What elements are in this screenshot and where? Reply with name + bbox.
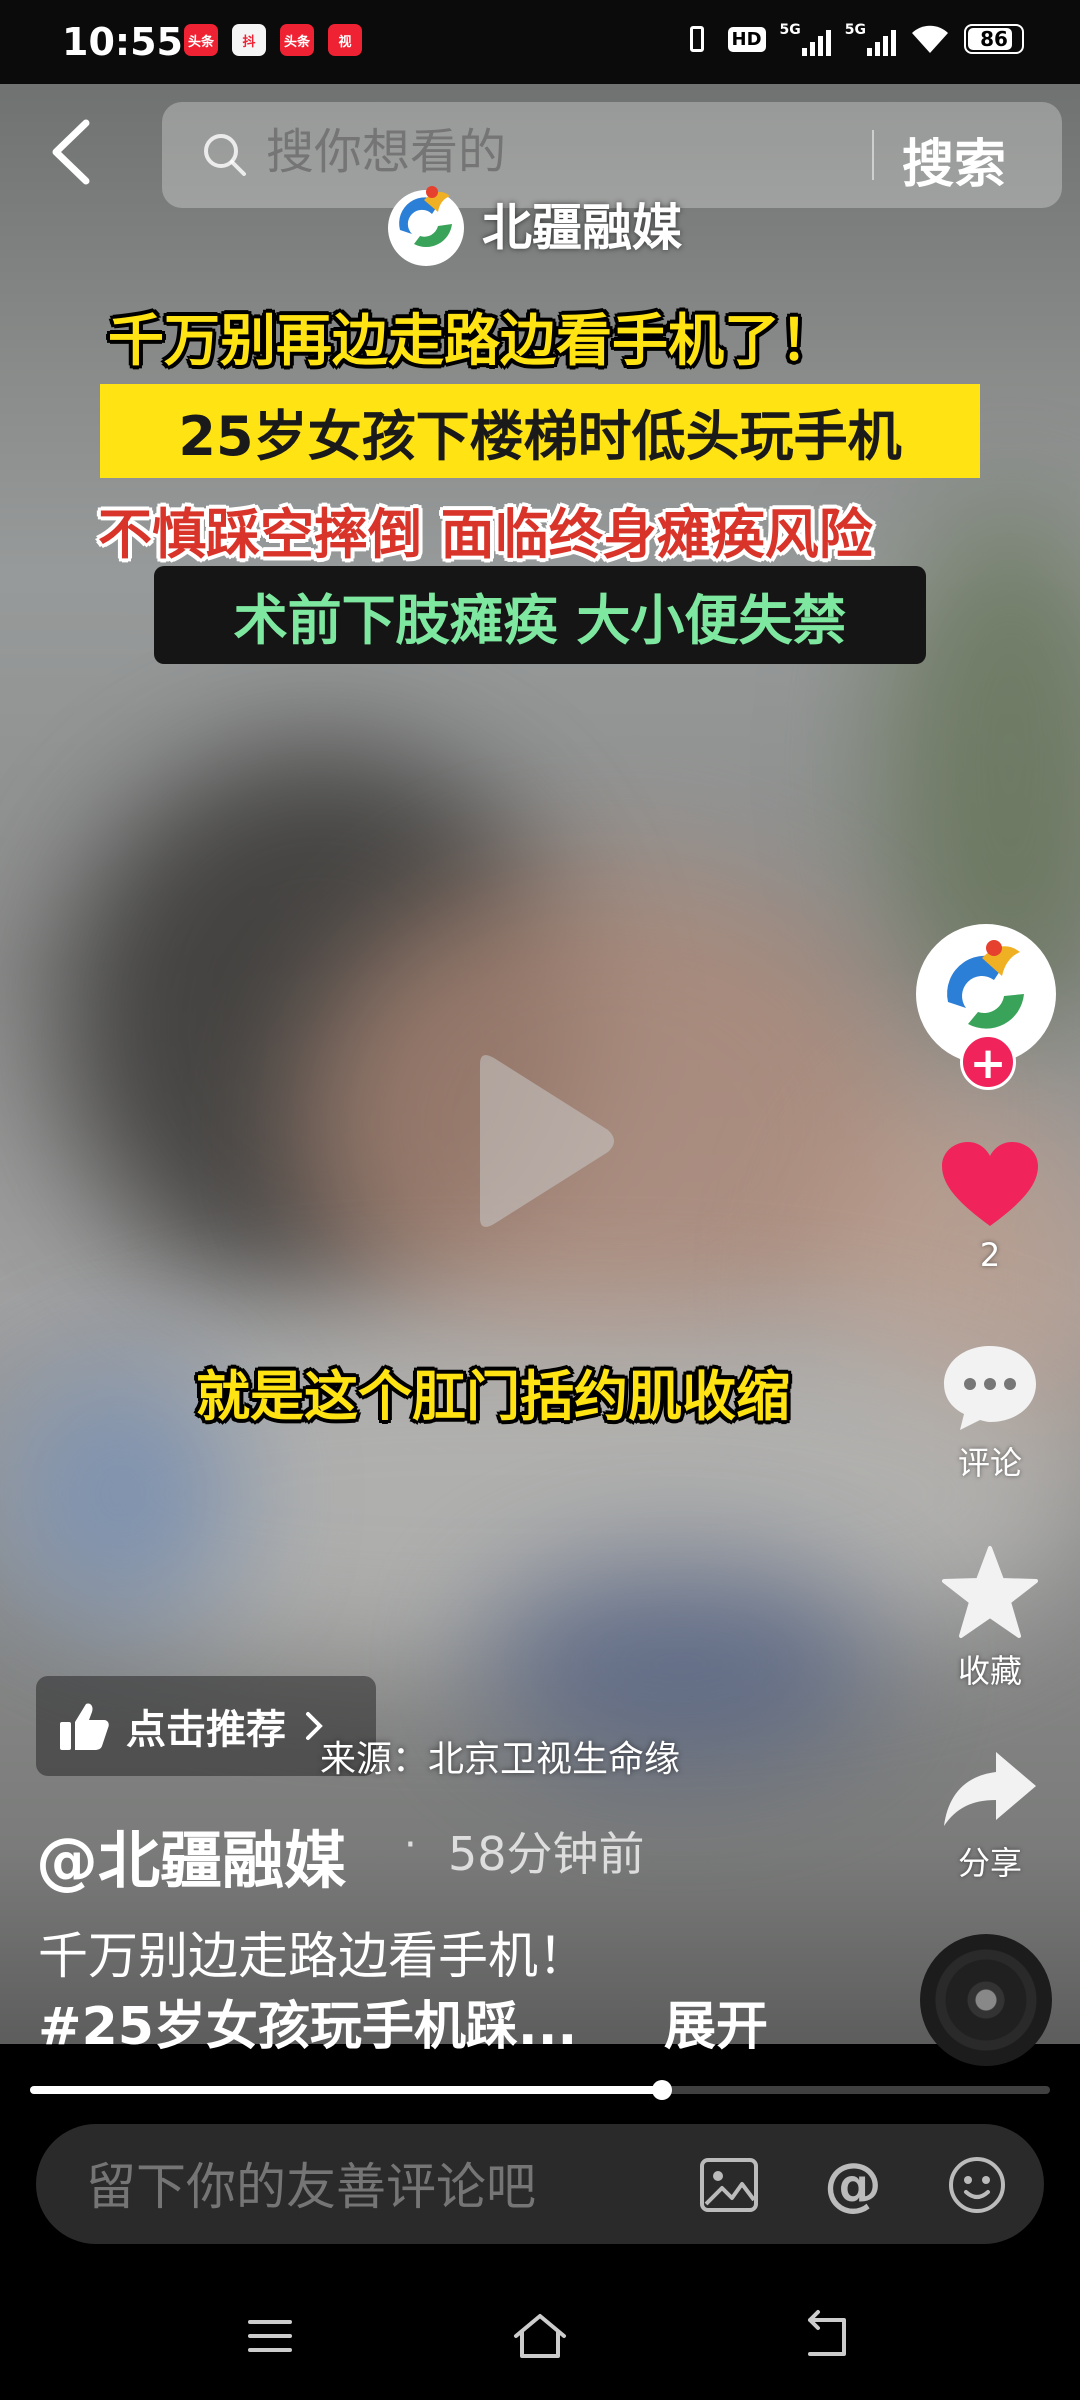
star-icon — [942, 1546, 1038, 1638]
favorite-label: 收藏 — [957, 1652, 1022, 1690]
status-time: 10:55 — [62, 20, 183, 64]
search-button[interactable]: 搜索 — [902, 122, 1006, 197]
menu-icon[interactable] — [240, 2306, 300, 2366]
toutiao-app-icon: 头条 — [184, 24, 218, 56]
search-divider — [872, 130, 874, 180]
search-icon — [204, 134, 246, 176]
brand-logo-icon — [388, 186, 464, 266]
video-subtitle: 就是这个肛门括约肌收缩 — [196, 1365, 790, 1428]
follow-button[interactable]: + — [960, 1034, 1016, 1090]
status-indicators: HD 5G 5G 86 — [680, 22, 1024, 56]
recommend-label: 点击推荐 — [126, 1707, 286, 1753]
like-count: 2 — [979, 1236, 1001, 1274]
caption-banner-dark: 术前下肢瘫痪 大小便失禁 — [154, 566, 926, 664]
mention-button[interactable]: @ — [822, 2154, 884, 2216]
post-hashtag[interactable]: #25岁女孩玩手机踩... — [38, 1984, 577, 2059]
progress-knob[interactable] — [652, 2080, 673, 2100]
like-button[interactable]: 2 — [920, 1140, 1060, 1274]
share-button[interactable]: 分享 — [920, 1746, 1060, 1884]
douyin-app-icon: 抖 — [232, 24, 266, 56]
vibrate-icon — [680, 22, 714, 56]
video-progress-bar[interactable] — [30, 2080, 1050, 2100]
signal-icon-2: 5G — [845, 22, 896, 56]
signal-icon-1: 5G — [780, 22, 831, 56]
comment-bar[interactable]: @ — [36, 2124, 1044, 2244]
heart-icon — [942, 1142, 1038, 1226]
image-icon[interactable] — [698, 2154, 760, 2216]
brand-watermark: 北疆融媒 — [380, 178, 682, 270]
hd-icon: HD — [727, 26, 766, 52]
video-source: 来源：北京卫视生命缘 — [320, 1739, 681, 1780]
share-icon — [944, 1752, 1036, 1826]
emoji-icon[interactable] — [946, 2154, 1008, 2216]
battery-icon: 86 — [964, 24, 1024, 54]
status-bar: 10:55 头条 抖 头条 视 HD 5G 5G 86 — [0, 0, 1080, 84]
share-label: 分享 — [957, 1844, 1022, 1882]
progress-fill — [30, 2086, 663, 2094]
expand-button[interactable]: 展开 — [664, 1984, 768, 2059]
system-nav-bar — [0, 2270, 1080, 2400]
search-input[interactable] — [266, 124, 826, 180]
author-name[interactable]: @北疆融媒 — [36, 1810, 346, 1900]
back-arrow-icon — [52, 119, 90, 185]
caption-headline: 千万别再边走路边看手机了！ — [108, 309, 836, 374]
back-icon[interactable] — [796, 2306, 856, 2366]
comment-icon — [944, 1346, 1036, 1430]
music-disc[interactable] — [920, 1934, 1052, 2066]
post-description: 千万别边走路边看手机！ — [38, 1927, 588, 1985]
caption-red: 不慎踩空摔倒 面临终身瘫痪风险 — [98, 503, 873, 566]
home-icon[interactable] — [510, 2306, 570, 2366]
thumbs-up-icon — [60, 1703, 109, 1750]
brand-name: 北疆融媒 — [482, 199, 682, 257]
comment-button[interactable]: 评论 — [920, 1342, 1060, 1484]
notification-icons: 头条 抖 头条 视 — [184, 24, 362, 56]
caption-banner-yellow: 25岁女孩下楼梯时低头玩手机 — [100, 384, 980, 478]
play-icon[interactable] — [460, 1046, 620, 1236]
toutiao-app-icon-2: 头条 — [280, 24, 314, 56]
post-time: 58分钟前 — [448, 1827, 645, 1881]
wifi-icon — [912, 25, 948, 53]
video-app-icon: 视 — [328, 24, 362, 56]
back-button[interactable] — [36, 112, 106, 192]
meta-separator: · — [404, 1822, 417, 1868]
comment-input[interactable] — [86, 2158, 646, 2216]
favorite-button[interactable]: 收藏 — [920, 1544, 1060, 1692]
comment-label: 评论 — [957, 1444, 1022, 1482]
